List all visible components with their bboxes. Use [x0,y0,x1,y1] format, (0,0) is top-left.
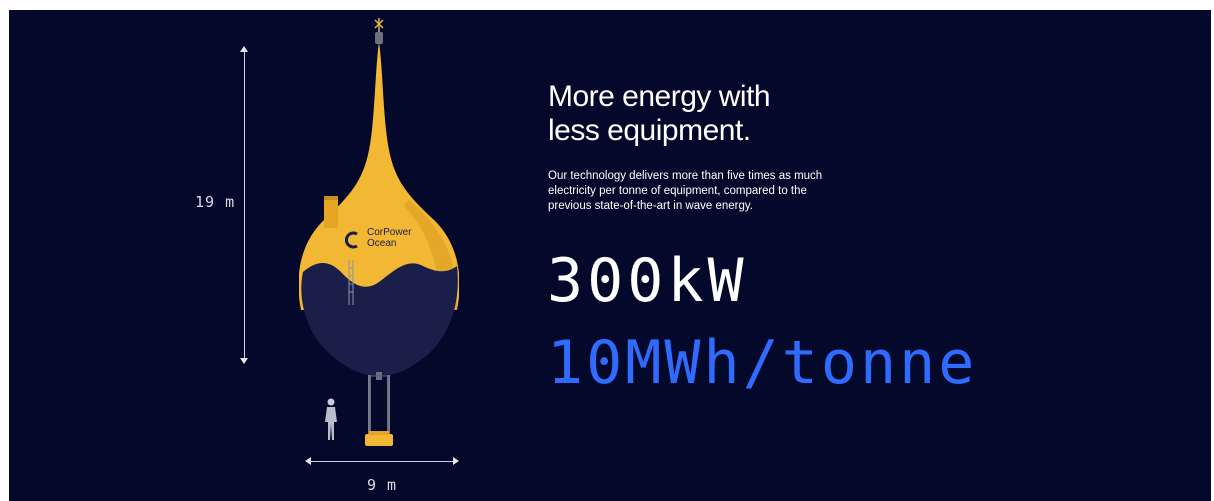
headline-line1: More energy with [548,80,771,113]
product-section: 19 m CorPower Ocean 9 m More energy with… [9,10,1211,501]
buoy-brand-line2: Ocean [367,238,396,249]
description-line3: previous state-of-the-art in wave energy… [548,200,753,212]
height-dimension-line [244,50,245,360]
height-label: 19 m [195,193,236,211]
section-description: Our technology delivers more than five t… [548,169,868,214]
width-label: 9 m [367,476,398,494]
page-frame: 19 m CorPower Ocean 9 m More energy with… [0,0,1214,501]
description-line1: Our technology delivers more than five t… [548,170,823,182]
buoy-brand-line1: CorPower [367,227,412,238]
energy-per-tonne-stat: 10MWh/tonne [547,328,978,398]
headline-line2: less equipment. [548,114,751,147]
height-arrow-down-icon [240,358,248,364]
power-stat: 300kW [547,246,748,316]
width-dimension-line [309,461,454,462]
description-line2: electricity per tonne of equipment, comp… [548,185,807,197]
wave-energy-buoy-illustration: CorPower Ocean [299,18,459,446]
width-arrow-right-icon [453,457,459,465]
section-headline: More energy with less equipment. [548,80,908,148]
human-scale-icon [325,398,337,440]
